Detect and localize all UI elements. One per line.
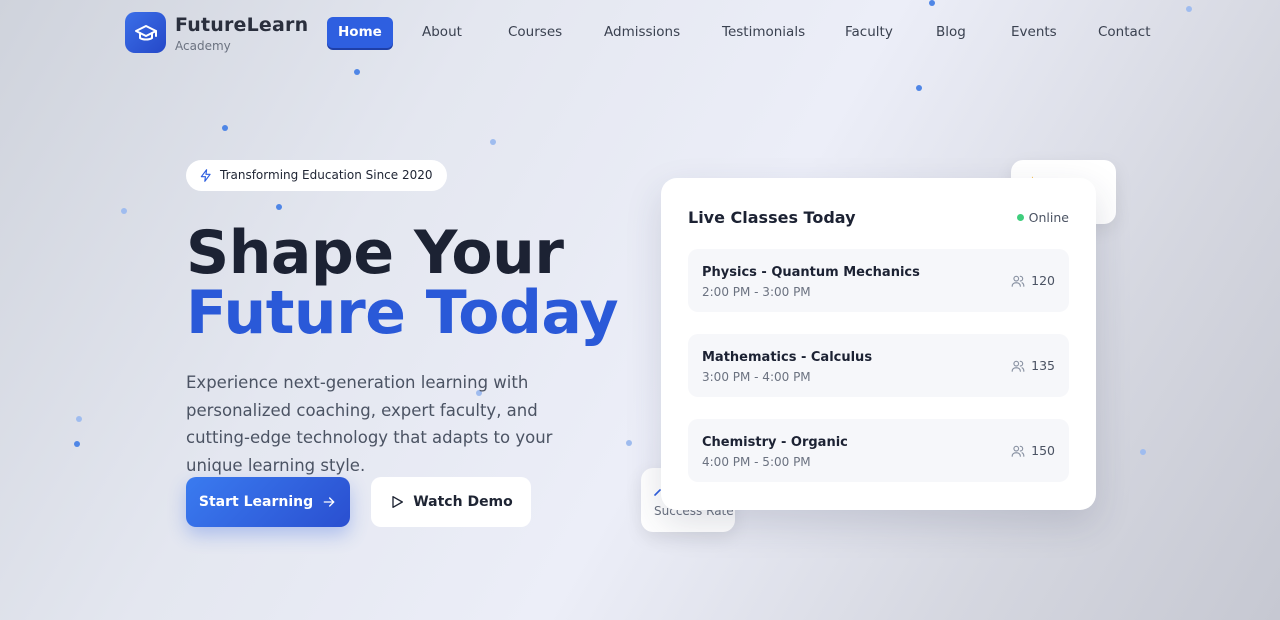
nav-item-testimonials[interactable]: Testimonials <box>722 24 805 40</box>
watch-demo-label: Watch Demo <box>413 494 513 510</box>
play-icon <box>392 496 404 508</box>
nav-item-admissions[interactable]: Admissions <box>604 24 680 40</box>
online-indicator-icon <box>1016 214 1024 221</box>
attendee-count-value: 150 <box>1031 443 1055 458</box>
nav-item-about[interactable]: About <box>422 24 462 40</box>
decor-dot <box>1140 449 1146 455</box>
start-learning-button[interactable]: Start Learning <box>186 477 350 527</box>
decor-dot <box>916 85 922 91</box>
class-time: 2:00 PM - 3:00 PM <box>702 285 811 299</box>
decor-dot <box>76 416 82 422</box>
class-name: Mathematics - Calculus <box>702 350 873 365</box>
graduation-cap-icon <box>134 24 157 40</box>
attendee-count: 120 <box>1011 273 1055 288</box>
attendee-count-value: 135 <box>1031 358 1055 373</box>
users-icon <box>1011 360 1025 372</box>
class-row[interactable]: Physics - Quantum Mechanics 2:00 PM - 3:… <box>688 249 1069 312</box>
users-icon <box>1011 275 1025 287</box>
live-classes-title: Live Classes Today <box>688 208 856 227</box>
start-learning-label: Start Learning <box>198 494 314 510</box>
class-row[interactable]: Mathematics - Calculus 3:00 PM - 4:00 PM… <box>688 334 1069 397</box>
nav-item-home[interactable]: Home <box>327 17 393 48</box>
nav-item-contact[interactable]: Contact <box>1098 24 1151 40</box>
hero-badge: Transforming Education Since 2020 <box>186 160 447 191</box>
attendee-count-value: 120 <box>1031 273 1055 288</box>
nav-item-events[interactable]: Events <box>1011 24 1057 40</box>
attendee-count: 135 <box>1011 358 1055 373</box>
hero-description: Experience next-generation learning with… <box>186 373 553 475</box>
top-navigation: FutureLearn Academy Home About Courses A… <box>0 0 1280 66</box>
brand-name[interactable]: FutureLearn <box>175 14 308 36</box>
decor-dot <box>276 204 282 210</box>
arrow-right-icon <box>323 497 335 507</box>
users-icon <box>1011 445 1025 457</box>
decor-dot <box>626 440 632 446</box>
class-time: 4:00 PM - 5:00 PM <box>702 455 811 469</box>
logo[interactable] <box>125 12 166 53</box>
class-time: 3:00 PM - 4:00 PM <box>702 370 811 384</box>
online-status-label: Online <box>1028 210 1069 225</box>
decor-dot <box>354 69 360 75</box>
decor-dot <box>490 139 496 145</box>
brand-subtitle: Academy <box>175 39 231 53</box>
nav-item-courses[interactable]: Courses <box>508 24 562 40</box>
decor-dot <box>222 125 228 131</box>
class-name: Physics - Quantum Mechanics <box>702 265 920 280</box>
hero-headline-line2: Future Today <box>186 278 619 348</box>
class-row[interactable]: Chemistry - Organic 4:00 PM - 5:00 PM 15… <box>688 419 1069 482</box>
class-name: Chemistry - Organic <box>702 435 848 450</box>
live-classes-card: Live Classes Today Online Physics - Quan… <box>661 178 1096 510</box>
hero-badge-text: Transforming Education Since 2020 <box>220 168 433 182</box>
nav-item-faculty[interactable]: Faculty <box>845 24 893 40</box>
decor-dot <box>121 208 127 214</box>
attendee-count: 150 <box>1011 443 1055 458</box>
decor-dot <box>74 441 80 447</box>
nav-item-blog[interactable]: Blog <box>936 24 966 40</box>
watch-demo-button[interactable]: Watch Demo <box>371 477 531 527</box>
online-status: Online <box>1016 210 1069 225</box>
lightning-icon <box>200 169 211 182</box>
